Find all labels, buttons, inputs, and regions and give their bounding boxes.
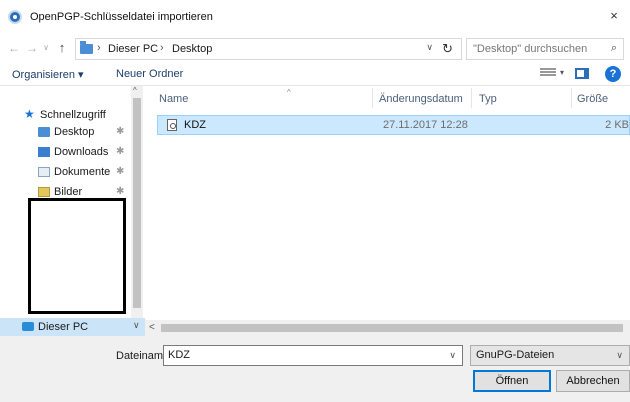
file-name: KDZ <box>184 119 206 131</box>
column-divider[interactable] <box>471 88 472 108</box>
key-file-icon <box>167 119 177 131</box>
sidebar-item-label: Schnellzugriff <box>40 109 106 121</box>
sidebar-item-label: Dokumente <box>54 166 111 178</box>
folder-icon <box>80 41 93 54</box>
file-list: ^ Name Änderungsdatum Typ Größe KDZ 27.1… <box>145 86 630 336</box>
refresh-icon[interactable]: ↻ <box>442 41 453 57</box>
chevron-down-icon[interactable]: ∨ <box>449 350 456 361</box>
sidebar-item-label: Dieser PC <box>38 321 89 333</box>
up-button[interactable]: ↑ <box>54 39 70 57</box>
column-divider[interactable] <box>571 88 572 108</box>
address-bar[interactable]: › Dieser PC › Desktop ∨ ↻ <box>75 38 462 60</box>
downloads-folder-icon <box>38 147 50 157</box>
sidebar-scrollbar[interactable]: ^ <box>131 86 143 336</box>
title-bar: OpenPGP-Schlüsseldatei importieren × <box>0 0 630 34</box>
view-options-icon[interactable] <box>540 67 556 79</box>
command-bar: Organisieren ▾ Neuer Ordner ▾ ? <box>0 62 630 86</box>
horizontal-scrollbar[interactable]: < <box>145 320 630 336</box>
table-row[interactable]: KDZ 27.11.2017 12:28 2 KB <box>157 115 630 135</box>
view-dropdown-icon[interactable]: ▾ <box>560 68 564 77</box>
computer-icon <box>22 322 34 331</box>
column-header-date[interactable]: Änderungsdatum <box>379 93 463 105</box>
scrollbar-thumb[interactable] <box>133 98 141 308</box>
file-date: 27.11.2017 12:28 <box>383 119 468 131</box>
breadcrumb-desktop[interactable]: Desktop <box>172 43 212 55</box>
pictures-folder-icon <box>38 187 50 197</box>
forward-button[interactable]: → <box>24 39 40 57</box>
chevron-down-icon[interactable]: ∨ <box>616 350 623 361</box>
close-button[interactable]: × <box>604 7 624 25</box>
dialog-footer: Dateiname: KDZ ∨ GnuPG-Dateien ∨ Öffnen … <box>0 336 630 402</box>
filetype-value: GnuPG-Dateien <box>476 349 555 361</box>
column-header-name[interactable]: Name <box>159 93 188 105</box>
preview-pane-icon[interactable] <box>575 68 589 79</box>
filetype-select[interactable]: GnuPG-Dateien ∨ <box>470 345 630 366</box>
scrollbar-thumb[interactable] <box>161 324 623 332</box>
sidebar-item-label: Desktop <box>54 126 95 138</box>
column-header-type[interactable]: Typ <box>479 93 497 105</box>
sidebar-item-label: Downloads <box>54 146 109 158</box>
redaction-box <box>28 198 126 314</box>
sort-ascending-icon: ^ <box>287 88 291 97</box>
breadcrumb-this-pc[interactable]: Dieser PC <box>108 43 158 55</box>
scroll-left-icon[interactable]: < <box>149 322 155 333</box>
search-placeholder: "Desktop" durchsuchen <box>473 43 588 55</box>
filename-field[interactable]: KDZ ∨ <box>163 345 463 366</box>
organize-button[interactable]: Organisieren ▾ <box>12 68 84 81</box>
pin-icon[interactable]: ✱ <box>116 186 124 197</box>
gpg-app-icon <box>8 10 22 24</box>
help-icon[interactable]: ? <box>605 66 621 82</box>
search-input[interactable]: "Desktop" durchsuchen ⌕ <box>466 38 624 60</box>
scroll-up-icon[interactable]: ^ <box>133 86 137 95</box>
cancel-button[interactable]: Abbrechen <box>556 370 630 392</box>
documents-folder-icon <box>38 167 50 177</box>
navigation-bar: ← → ∨ ↑ › Dieser PC › Desktop ∨ ↻ "Deskt… <box>0 34 630 62</box>
star-icon: ★ <box>24 107 35 121</box>
back-button[interactable]: ← <box>6 39 22 57</box>
breadcrumb-separator: › <box>97 42 101 54</box>
pin-icon[interactable]: ✱ <box>116 146 124 157</box>
recent-locations-button[interactable]: ∨ <box>40 39 52 57</box>
pin-icon[interactable]: ✱ <box>116 166 124 177</box>
scroll-down-icon[interactable]: ∨ <box>133 320 140 331</box>
column-header-size[interactable]: Größe <box>577 93 608 105</box>
address-dropdown-icon[interactable]: ∨ <box>426 42 433 53</box>
sidebar-item-this-pc[interactable]: Dieser PC <box>0 318 145 336</box>
desktop-folder-icon <box>38 127 50 137</box>
column-divider[interactable] <box>372 88 373 108</box>
window-title: OpenPGP-Schlüsseldatei importieren <box>30 11 213 23</box>
search-icon[interactable]: ⌕ <box>611 42 617 55</box>
breadcrumb-separator: › <box>160 42 164 54</box>
filename-value: KDZ <box>168 349 190 361</box>
sidebar-item-label: Bilder <box>54 186 83 198</box>
new-folder-button[interactable]: Neuer Ordner <box>116 68 183 80</box>
file-size: 2 KB <box>605 119 629 131</box>
open-button[interactable]: Öffnen <box>473 370 551 392</box>
pin-icon[interactable]: ✱ <box>116 126 124 137</box>
